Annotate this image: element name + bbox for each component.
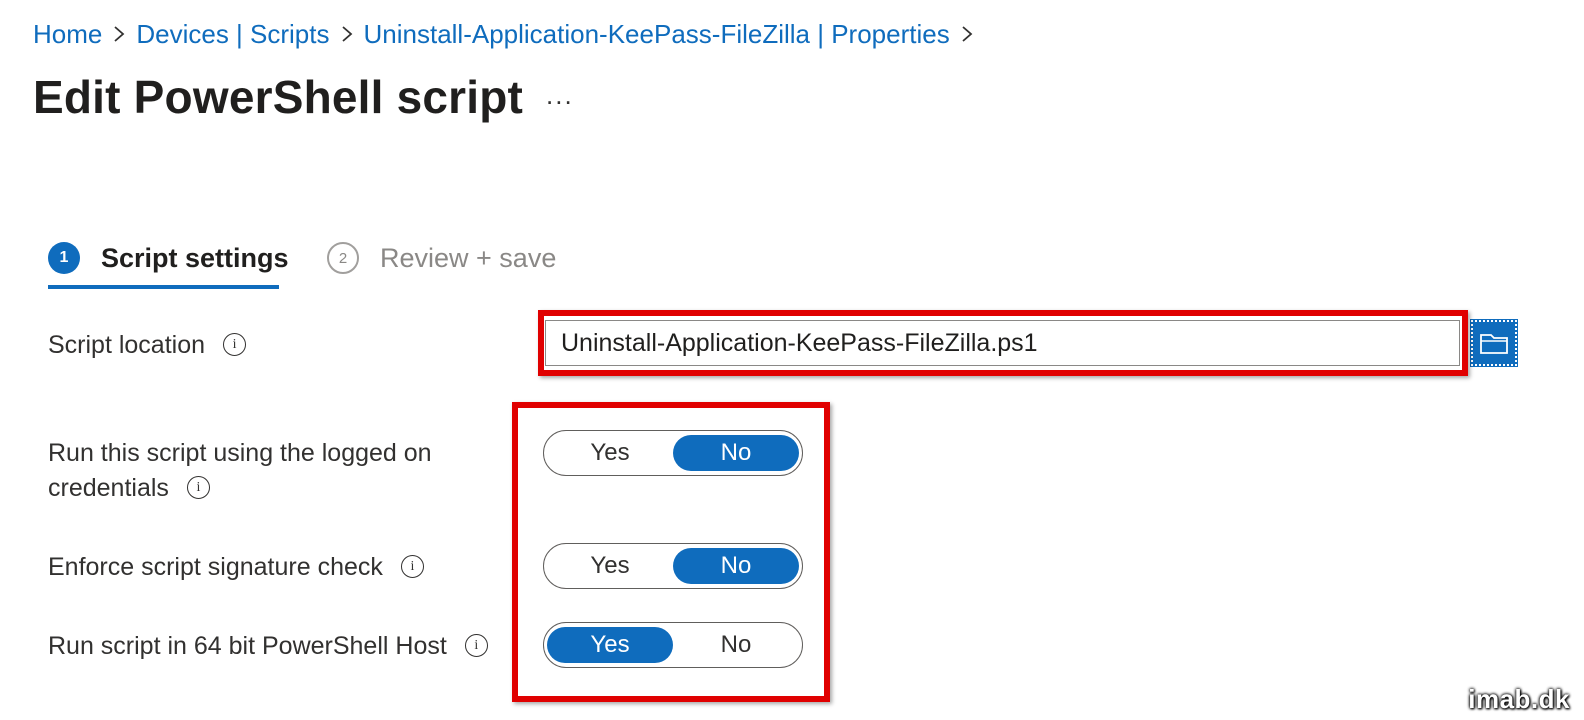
active-step-indicator bbox=[48, 285, 279, 289]
breadcrumb: Home Devices | Scripts Uninstall-Applica… bbox=[33, 16, 984, 52]
info-icon[interactable]: i bbox=[223, 332, 247, 356]
info-icon[interactable]: i bbox=[400, 554, 424, 578]
tab-script-settings[interactable]: 1 Script settings bbox=[48, 236, 289, 280]
toggle-no-option[interactable]: No bbox=[673, 548, 799, 584]
toggle-no-option[interactable]: No bbox=[673, 435, 799, 471]
breadcrumb-scripts-link[interactable]: Devices | Scripts bbox=[136, 19, 329, 50]
step-number-badge: 1 bbox=[48, 242, 80, 274]
signature-check-label: Enforce script signature check i bbox=[48, 550, 424, 585]
folder-browse-icon bbox=[1479, 331, 1509, 355]
browse-file-button[interactable] bbox=[1470, 319, 1518, 367]
breadcrumb-home-link[interactable]: Home bbox=[33, 19, 102, 50]
run-64bit-label: Run script in 64 bit PowerShell Host i bbox=[48, 629, 488, 664]
page-title: Edit PowerShell script bbox=[33, 71, 524, 123]
logged-on-credentials-label-line1: Run this script using the logged on bbox=[48, 439, 432, 467]
info-icon[interactable]: i bbox=[186, 475, 210, 499]
toggle-yes-option[interactable]: Yes bbox=[547, 627, 673, 663]
logged-on-credentials-toggle[interactable]: Yes No bbox=[543, 430, 803, 476]
chevron-right-icon bbox=[102, 25, 136, 43]
script-location-label-text: Script location bbox=[48, 331, 206, 359]
run-64bit-toggle[interactable]: Yes No bbox=[543, 622, 803, 668]
script-location-field[interactable]: Uninstall-Application-KeePass-FileZilla.… bbox=[545, 320, 1460, 366]
logged-on-credentials-label-line2: credentials bbox=[48, 474, 169, 502]
toggle-yes-option[interactable]: Yes bbox=[547, 548, 673, 584]
signature-check-toggle[interactable]: Yes No bbox=[543, 543, 803, 589]
chevron-right-icon bbox=[950, 25, 984, 43]
step-label: Review + save bbox=[380, 242, 557, 273]
step-number-badge: 2 bbox=[327, 242, 359, 274]
logged-on-credentials-label: Run this script using the logged on cred… bbox=[48, 436, 432, 506]
watermark: imab.dk bbox=[1468, 684, 1570, 714]
run-64bit-label-text: Run script in 64 bit PowerShell Host bbox=[48, 632, 447, 660]
toggle-no-option[interactable]: No bbox=[673, 627, 799, 663]
chevron-right-icon bbox=[330, 25, 364, 43]
more-icon[interactable]: ... bbox=[546, 80, 574, 111]
breadcrumb-properties-link[interactable]: Uninstall-Application-KeePass-FileZilla … bbox=[364, 19, 950, 50]
step-label: Script settings bbox=[101, 242, 289, 273]
script-location-value: Uninstall-Application-KeePass-FileZilla.… bbox=[561, 328, 1038, 357]
toggle-yes-option[interactable]: Yes bbox=[547, 435, 673, 471]
tab-review-save[interactable]: 2 Review + save bbox=[327, 236, 556, 280]
signature-check-label-text: Enforce script signature check bbox=[48, 553, 383, 581]
info-icon[interactable]: i bbox=[464, 633, 488, 657]
script-location-label: Script location i bbox=[48, 328, 247, 363]
